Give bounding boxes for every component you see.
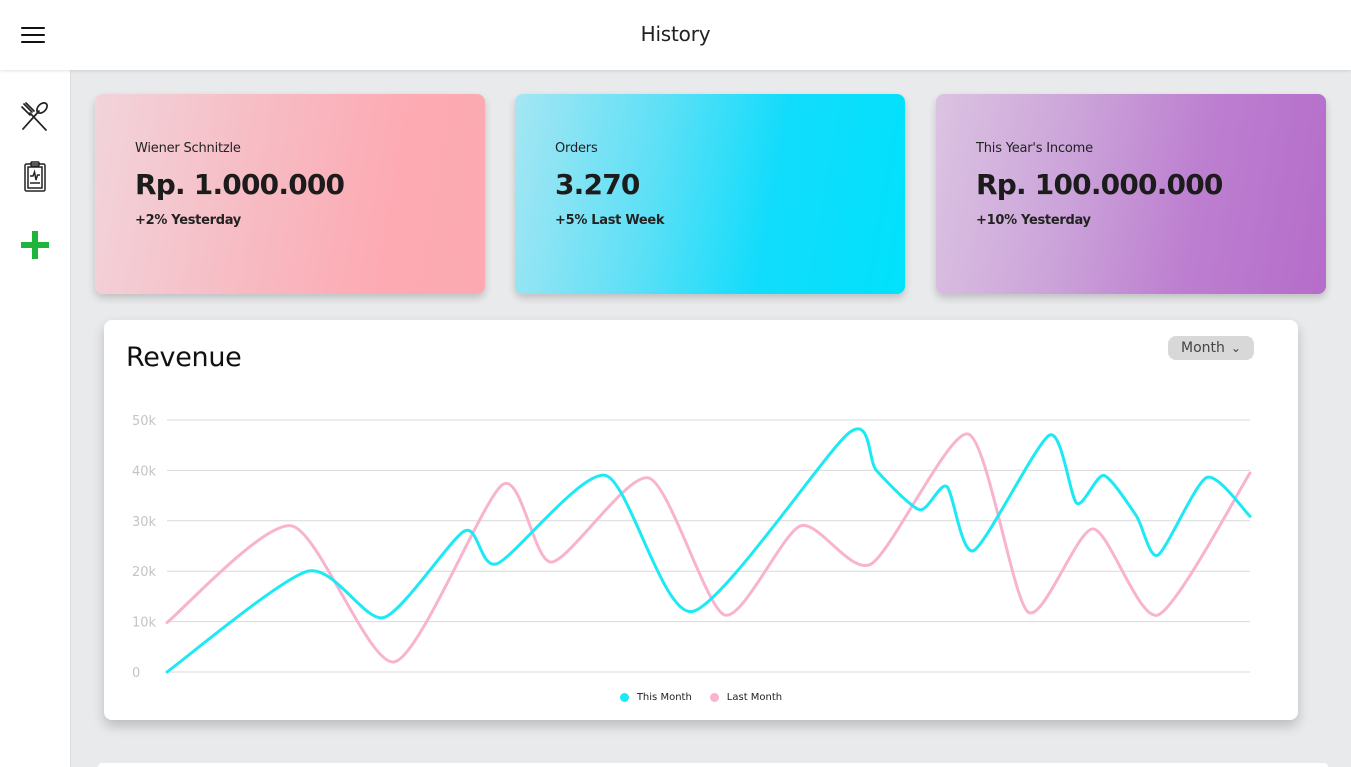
fork-spoon-icon[interactable] (17, 99, 53, 135)
legend-swatch (709, 693, 719, 702)
stat-card-change: +5% Last Week (555, 213, 665, 228)
y-tick-label: 30k (132, 515, 157, 530)
stat-card-label: Orders (555, 141, 598, 156)
clipboard-icon[interactable] (17, 159, 53, 195)
y-tick-label: 40k (132, 464, 157, 479)
sidebar (0, 70, 71, 767)
next-panel-edge (98, 763, 1328, 767)
y-tick-label: 20k (132, 565, 157, 580)
stat-card-value: 3.270 (555, 168, 640, 201)
page-title: History (640, 22, 711, 46)
legend-item[interactable]: This Month (619, 692, 692, 703)
legend-item[interactable]: Last Month (709, 692, 783, 703)
chart-legend: This Month Last Month (104, 692, 1298, 703)
stat-card-change: +2% Yesterday (135, 213, 241, 228)
stat-card-value: Rp. 1.000.000 (135, 168, 345, 201)
legend-label: This Month (636, 692, 692, 703)
legend-label: Last Month (726, 692, 783, 703)
y-tick-label: 10k (132, 616, 157, 631)
stat-card-change: +10% Yesterday (976, 213, 1091, 228)
revenue-card: Revenue Month ⌄ 0 10k 20k 30k 40k 50k This Mo… (104, 320, 1298, 720)
revenue-line-chart: 0 10k 20k 30k 40k 50k (132, 414, 1252, 681)
y-tick-label: 50k (132, 414, 157, 429)
stat-card-wiener-schnitzle: Wiener Schnitzle Rp. 1.000.000 +2% Yeste… (95, 94, 485, 294)
series-line-last-month (165, 432, 1252, 664)
stat-card-label: This Year's Income (976, 141, 1093, 156)
legend-swatch (619, 693, 629, 702)
series-line-this-month (165, 427, 1252, 674)
y-tick-label: 0 (132, 666, 140, 681)
stat-card-orders: Orders 3.270 +5% Last Week (515, 94, 905, 294)
stat-card-label: Wiener Schnitzle (135, 141, 241, 156)
stat-card-yearly-income: This Year's Income Rp. 100.000.000 +10% … (936, 94, 1326, 294)
stat-card-value: Rp. 100.000.000 (976, 168, 1223, 201)
top-bar: History (0, 0, 1351, 70)
plus-icon[interactable] (17, 227, 53, 263)
